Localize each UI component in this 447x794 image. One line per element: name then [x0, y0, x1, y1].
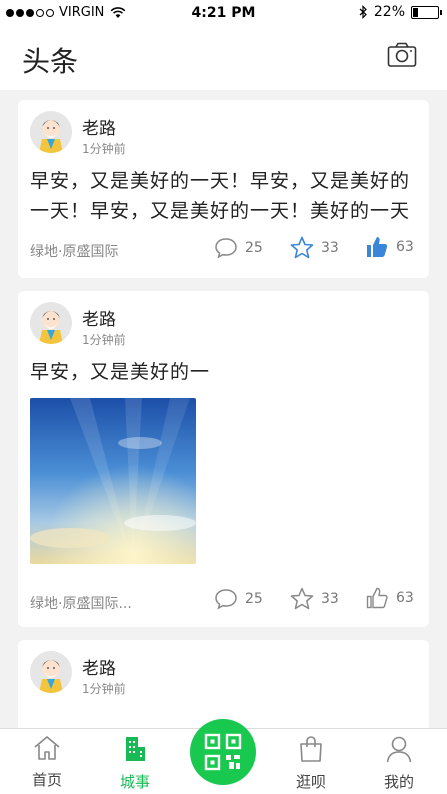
home-icon [34, 736, 60, 760]
thumbs-up-icon [367, 237, 388, 257]
comment-count: 25 [245, 240, 263, 256]
tab-home[interactable]: 首页 [12, 735, 82, 790]
comment-button[interactable]: 25 [214, 588, 263, 610]
post-image[interactable] [30, 398, 196, 564]
post-card[interactable]: 老路 1分钟前 早安，又是美好的一 绿地·原盛国际... 25 33 63 [18, 291, 429, 627]
comment-count: 25 [245, 591, 263, 607]
battery-percent: 22% [373, 4, 405, 20]
building-icon [126, 737, 145, 761]
post-location: 绿地·原盛国际... [30, 596, 132, 612]
like-count: 63 [396, 590, 414, 606]
post-location: 绿地·原盛国际 [30, 244, 119, 260]
camera-button[interactable] [387, 42, 417, 70]
battery-fill [413, 7, 418, 17]
status-bar: VIRGIN 4:21 PM 22% [0, 0, 447, 28]
status-right: 22% [359, 4, 442, 20]
favorite-button[interactable]: 33 [290, 587, 339, 610]
avatar[interactable] [30, 302, 72, 344]
favorite-count: 33 [321, 590, 339, 607]
tab-label: 城事 [119, 773, 150, 791]
page-header: 头条 [0, 28, 447, 90]
favorite-button[interactable]: 33 [290, 236, 339, 259]
page-title: 头条 [22, 45, 79, 78]
bluetooth-icon [359, 5, 367, 19]
post-text: 早安，又是美好的一天！早安，又是美好的一天！早安，又是美好的一天！美好的一天 [30, 170, 411, 222]
tab-bar: 首页 城事 逛呗 我的 [0, 719, 447, 794]
like-count: 63 [396, 239, 414, 255]
post-time: 1分钟前 [82, 682, 126, 696]
post-time: 1分钟前 [82, 333, 126, 347]
post-card[interactable]: 老路 1分钟前 早安，又是美好的一天！早安，又是美好的一天！早安，又是美好的一天… [18, 100, 429, 278]
avatar[interactable] [30, 111, 72, 153]
thumbs-up-icon [366, 587, 388, 609]
like-button[interactable]: 63 [365, 586, 414, 610]
star-icon [290, 236, 314, 259]
tab-label: 我的 [383, 773, 414, 791]
tab-city[interactable]: 城事 [100, 735, 170, 792]
comment-icon [215, 238, 237, 259]
tab-shop[interactable]: 逛呗 [276, 735, 346, 792]
star-icon [290, 587, 314, 610]
tab-me[interactable]: 我的 [364, 735, 434, 792]
shopping-bag-icon [300, 736, 322, 762]
comment-button[interactable]: 25 [214, 237, 263, 259]
battery-icon [411, 5, 442, 19]
person-icon [386, 736, 412, 763]
tab-label: 首页 [31, 771, 62, 789]
qr-code-icon [204, 733, 242, 771]
post-text: 早安，又是美好的一 [30, 361, 211, 383]
favorite-count: 33 [321, 239, 339, 256]
comment-icon [215, 589, 237, 610]
author-name[interactable]: 老路 [82, 114, 116, 139]
post-time: 1分钟前 [82, 142, 126, 156]
qr-scan-button[interactable] [190, 719, 256, 785]
like-button[interactable]: 63 [365, 235, 414, 259]
tab-label: 逛呗 [295, 773, 326, 791]
author-name[interactable]: 老路 [82, 305, 116, 330]
camera-icon [387, 42, 417, 67]
avatar[interactable] [30, 651, 72, 693]
author-name[interactable]: 老路 [82, 654, 116, 679]
